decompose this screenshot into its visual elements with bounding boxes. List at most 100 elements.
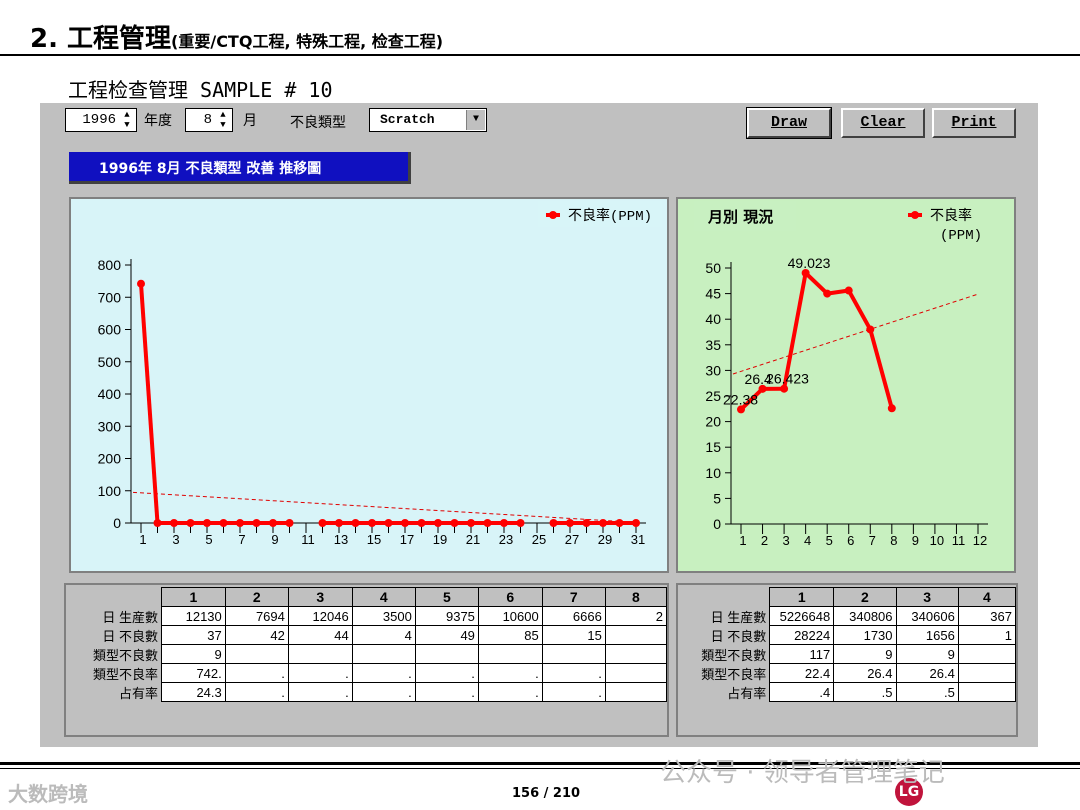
x-tick-label: 9	[912, 533, 919, 548]
table-cell[interactable]: 4	[351, 625, 416, 645]
year-label: 年度	[144, 113, 172, 129]
table-cell[interactable]: .	[477, 682, 543, 702]
table-cell[interactable]: .5	[895, 682, 959, 702]
chevron-down-icon[interactable]: ▼	[466, 110, 485, 130]
table-cell[interactable]: 1656	[895, 625, 959, 645]
table-cell[interactable]: 340606	[895, 606, 959, 626]
table-column-header: 6	[477, 587, 543, 607]
defect-type-value: Scratch	[380, 112, 435, 127]
legend-marker	[911, 211, 919, 219]
table-cell[interactable]	[604, 663, 668, 683]
x-tick-label: 2	[761, 533, 768, 548]
x-tick-label: 21	[466, 532, 480, 547]
spin-arrows-icon[interactable]: ▲ ▼	[120, 110, 134, 130]
table-cell[interactable]: 9	[833, 644, 897, 664]
print-button[interactable]: Print	[932, 108, 1016, 138]
table-cell[interactable]	[414, 644, 479, 664]
data-point	[599, 519, 607, 527]
table-cell[interactable]: 28224	[769, 625, 835, 645]
table-cell[interactable]: 37	[160, 625, 226, 645]
table-cell[interactable]: .5	[833, 682, 897, 702]
table-cell[interactable]: 6666	[541, 606, 606, 626]
table-row: 占有率 .4.5.5	[678, 682, 1017, 702]
table-cell[interactable]: .	[224, 663, 289, 683]
data-point	[186, 519, 195, 527]
table-cell[interactable]: 85	[477, 625, 543, 645]
table-cell[interactable]	[957, 663, 1017, 683]
table-cell[interactable]: 7694	[224, 606, 289, 626]
trend-line	[132, 491, 637, 523]
table-cell[interactable]	[541, 644, 606, 664]
table-cell[interactable]: .	[287, 682, 353, 702]
table-cell[interactable]: 26.4	[833, 663, 897, 683]
x-tick-label: 1	[739, 533, 746, 548]
table-column-header: 1	[160, 587, 226, 607]
table-cell[interactable]: 42	[224, 625, 289, 645]
data-point	[153, 519, 162, 527]
table-cell[interactable]: .	[224, 682, 289, 702]
table-cell[interactable]: .	[414, 682, 479, 702]
table-cell[interactable]: 3500	[351, 606, 416, 626]
table-cell[interactable]: .	[541, 682, 606, 702]
defect-type-select[interactable]: Scratch ▼	[369, 108, 487, 132]
table-cell[interactable]	[957, 644, 1017, 664]
table-cell[interactable]	[604, 625, 668, 645]
table-cell[interactable]: 1730	[833, 625, 897, 645]
table-cell[interactable]	[477, 644, 543, 664]
table-cell[interactable]: .	[541, 663, 606, 683]
table-cell[interactable]: .	[414, 663, 479, 683]
table-cell[interactable]: 2	[604, 606, 668, 626]
spin-arrows-icon[interactable]: ▲ ▼	[216, 110, 230, 130]
table-cell[interactable]: 742.	[160, 663, 226, 683]
table-row: 類型不良數 117 9 9	[678, 644, 1017, 664]
table-cell[interactable]: 9	[160, 644, 226, 664]
table-cell[interactable]: 22.4	[769, 663, 835, 683]
month-spinner[interactable]: 8 ▲ ▼	[185, 108, 233, 132]
data-point	[467, 519, 475, 527]
table-cell[interactable]	[604, 644, 668, 664]
table-cell[interactable]: .4	[769, 682, 835, 702]
table-cell[interactable]	[604, 682, 668, 702]
table-cell[interactable]: 9	[895, 644, 959, 664]
table-cell[interactable]: .	[287, 663, 353, 683]
table-cell[interactable]: .	[351, 682, 416, 702]
table-cell[interactable]: 12130	[160, 606, 226, 626]
table-cell[interactable]: 340806	[833, 606, 897, 626]
table-cell[interactable]	[957, 682, 1017, 702]
series-line-segment	[868, 328, 894, 409]
table-cell[interactable]: 1	[957, 625, 1017, 645]
x-tick-label: 29	[598, 532, 612, 547]
table-cell[interactable]: 10600	[477, 606, 543, 626]
header-rule	[0, 54, 1080, 56]
data-point	[434, 519, 442, 527]
table-cell[interactable]: 44	[287, 625, 353, 645]
x-tick-label: 3	[782, 533, 789, 548]
year-spinner[interactable]: 1996 ▲ ▼	[65, 108, 137, 132]
table-cell[interactable]	[287, 644, 353, 664]
table-cell[interactable]: .	[477, 663, 543, 683]
table-column-header: 3	[287, 587, 353, 607]
table-cell[interactable]: 24.3	[160, 682, 226, 702]
monthly-chart: 051015202530354045501 2 3 4 5 6 7 8 9 10 11 1222.38…	[694, 201, 1008, 548]
table-cell[interactable]	[351, 644, 416, 664]
table-cell[interactable]: 117	[769, 644, 835, 664]
x-tick-label: 5	[205, 532, 212, 547]
table-row-label: 日 生産數	[66, 606, 162, 626]
table-cell[interactable]: 12046	[287, 606, 353, 626]
clear-button[interactable]: Clear	[841, 108, 925, 138]
table-cell[interactable]: 49	[414, 625, 479, 645]
table-cell[interactable]: 15	[541, 625, 606, 645]
monthly-data-table: 1234日 生産數 5226648 340806 340606 367 日 不良數 2822…	[678, 587, 1017, 702]
draw-button[interactable]: Draw	[746, 107, 832, 139]
table-cell[interactable]: .	[351, 663, 416, 683]
y-tick-label: 600	[98, 322, 122, 338]
table-cell[interactable]: 9375	[414, 606, 479, 626]
x-tick-label: 10	[930, 533, 944, 548]
table-cell[interactable]	[224, 644, 289, 664]
table-cell[interactable]: 5226648	[769, 606, 835, 626]
data-point	[252, 519, 261, 527]
table-column-header: 2	[833, 587, 897, 607]
table-cell[interactable]: 26.4	[895, 663, 959, 683]
table-cell[interactable]: 367	[957, 606, 1017, 626]
data-point	[384, 519, 393, 527]
